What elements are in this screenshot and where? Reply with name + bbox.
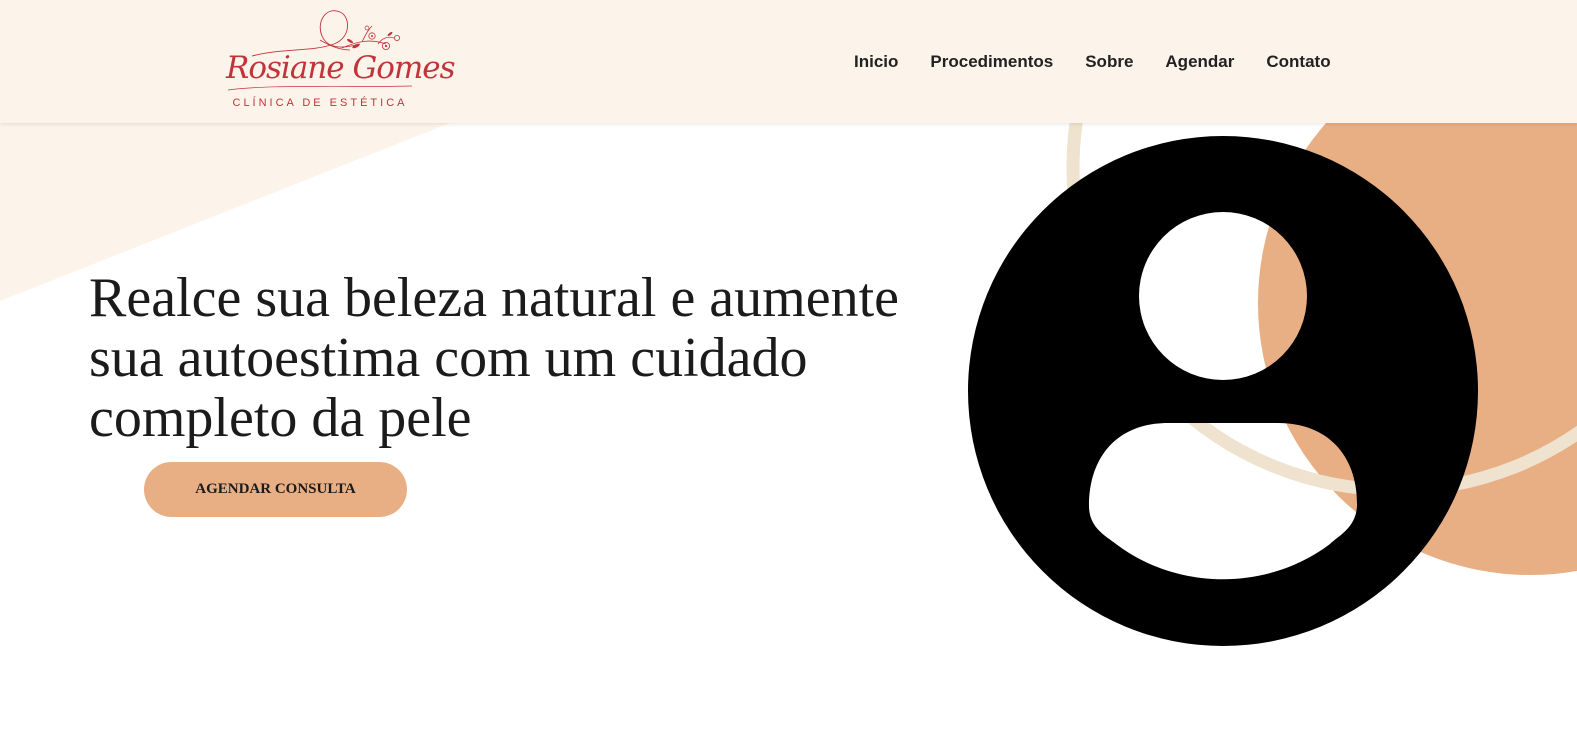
hero-heading: Realce sua beleza natural e aumente sua … xyxy=(89,267,899,449)
user-avatar-placeholder-icon xyxy=(968,136,1478,646)
brand-subtitle: CLÍNICA DE ESTÉTICA xyxy=(232,97,408,109)
hero-section: Realce sua beleza natural e aumente sua … xyxy=(0,123,1577,732)
nav-link-contato[interactable]: Contato xyxy=(1250,51,1346,73)
site-header: Rosiane Gomes CLÍNICA DE ESTÉTICA Inicio… xyxy=(0,0,1577,123)
nav-link-agendar[interactable]: Agendar xyxy=(1149,51,1250,73)
brand-name: Rosiane Gomes xyxy=(226,50,456,86)
brand-logo[interactable]: Rosiane Gomes CLÍNICA DE ESTÉTICA xyxy=(222,4,456,112)
nav-link-inicio[interactable]: Inicio xyxy=(838,51,914,73)
nav-link-sobre[interactable]: Sobre xyxy=(1069,51,1149,73)
nav-link-procedimentos[interactable]: Procedimentos xyxy=(914,51,1069,73)
agendar-consulta-button[interactable]: AGENDAR CONSULTA xyxy=(144,462,407,517)
main-nav: Inicio Procedimentos Sobre Agendar Conta… xyxy=(838,51,1347,73)
